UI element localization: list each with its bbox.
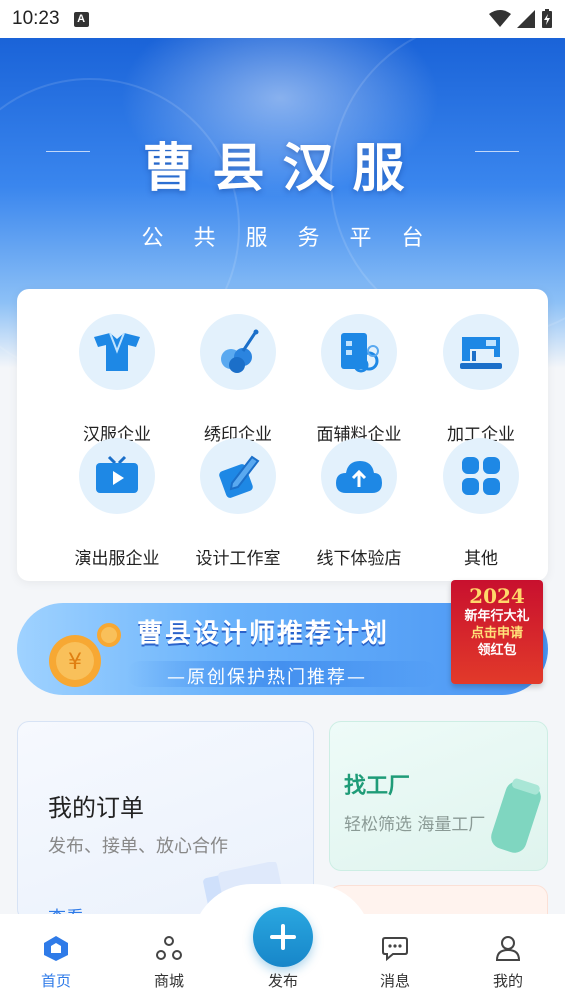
- category-label: 设计工作室: [195, 549, 281, 569]
- wifi-icon: [489, 10, 511, 27]
- hero-title: 曹县汉服: [142, 138, 423, 199]
- nav-label: 商城: [153, 972, 184, 990]
- cloud-upload-icon: [321, 438, 397, 514]
- message-icon: [382, 937, 408, 962]
- thread-spool-icon: [491, 778, 541, 853]
- category-hanfu[interactable]: 汉服企业: [55, 314, 179, 445]
- grid-icon: [443, 438, 519, 514]
- category-offline-store[interactable]: 线下体验店: [297, 438, 421, 569]
- promo-year: 2024: [469, 584, 525, 608]
- order-desc: 发布、接单、放心合作: [48, 836, 228, 857]
- design-pen-icon: [200, 438, 276, 514]
- category-label: 演出服企业: [74, 549, 160, 569]
- coin-icon: ¥: [49, 623, 121, 687]
- publish-fab-button[interactable]: [253, 907, 313, 967]
- category-embroidery[interactable]: 绣印企业: [176, 314, 300, 445]
- banner-subtitle: —原创保护热门推荐—: [167, 667, 367, 688]
- nav-shop[interactable]: 商城: [129, 934, 209, 991]
- svg-text:¥: ¥: [68, 650, 82, 675]
- nav-label: 消息: [379, 972, 410, 990]
- status-bar: 10:23 A: [0, 0, 565, 38]
- battery-icon: [542, 9, 552, 28]
- order-title: 我的订单: [48, 794, 144, 822]
- status-time: 10:23: [12, 8, 60, 29]
- tv-play-icon: [79, 438, 155, 514]
- category-design-studio[interactable]: 设计工作室: [176, 438, 300, 569]
- new-year-promo-badge[interactable]: 2024 新年行大礼 点击申请 领红包: [451, 580, 543, 684]
- sewing-machine-icon: [443, 314, 519, 390]
- category-fabric[interactable]: 面辅料企业: [297, 314, 421, 445]
- category-label: 其他: [464, 549, 498, 569]
- nav-messages[interactable]: 消息: [355, 934, 435, 991]
- signal-icon: [517, 10, 535, 28]
- factory-title: 找工厂: [344, 774, 411, 799]
- home-icon: [44, 936, 68, 961]
- plus-icon: [270, 924, 296, 950]
- category-processing[interactable]: 加工企业: [419, 314, 543, 445]
- nav-label-publish[interactable]: 发布: [243, 970, 323, 991]
- promo-line-3: 领红包: [477, 643, 517, 658]
- notification-a-icon: A: [73, 11, 89, 27]
- find-factory-card[interactable]: 找工厂 轻松筛选 海量工厂: [329, 721, 548, 871]
- factory-desc: 轻松筛选 海量工厂: [344, 815, 486, 835]
- nav-home[interactable]: 首页: [16, 934, 96, 991]
- category-performance[interactable]: 演出服企业: [55, 438, 179, 569]
- nav-label: 首页: [40, 972, 71, 990]
- banner-title: 曹县设计师推荐计划: [137, 619, 390, 649]
- status-icons: [489, 9, 553, 29]
- nav-profile[interactable]: 我的: [468, 934, 548, 991]
- promo-line-2: 点击申请: [470, 626, 523, 641]
- category-card: 汉服企业 绣印企业 面辅料企业 加工企业 演出服企业 设计工作室 线下体验店 其…: [17, 289, 548, 581]
- user-icon: [495, 936, 521, 961]
- hanfu-robe-icon: [79, 314, 155, 390]
- promo-line-1: 新年行大礼: [464, 609, 530, 624]
- embroidery-icon: [200, 314, 276, 390]
- shop-icon: [156, 936, 182, 960]
- category-other[interactable]: 其他: [419, 438, 543, 569]
- nav-label: 我的: [492, 972, 523, 990]
- category-label: 线下体验店: [316, 549, 402, 569]
- fabric-icon: [321, 314, 397, 390]
- hero-subtitle: 公共服务平台: [141, 226, 454, 251]
